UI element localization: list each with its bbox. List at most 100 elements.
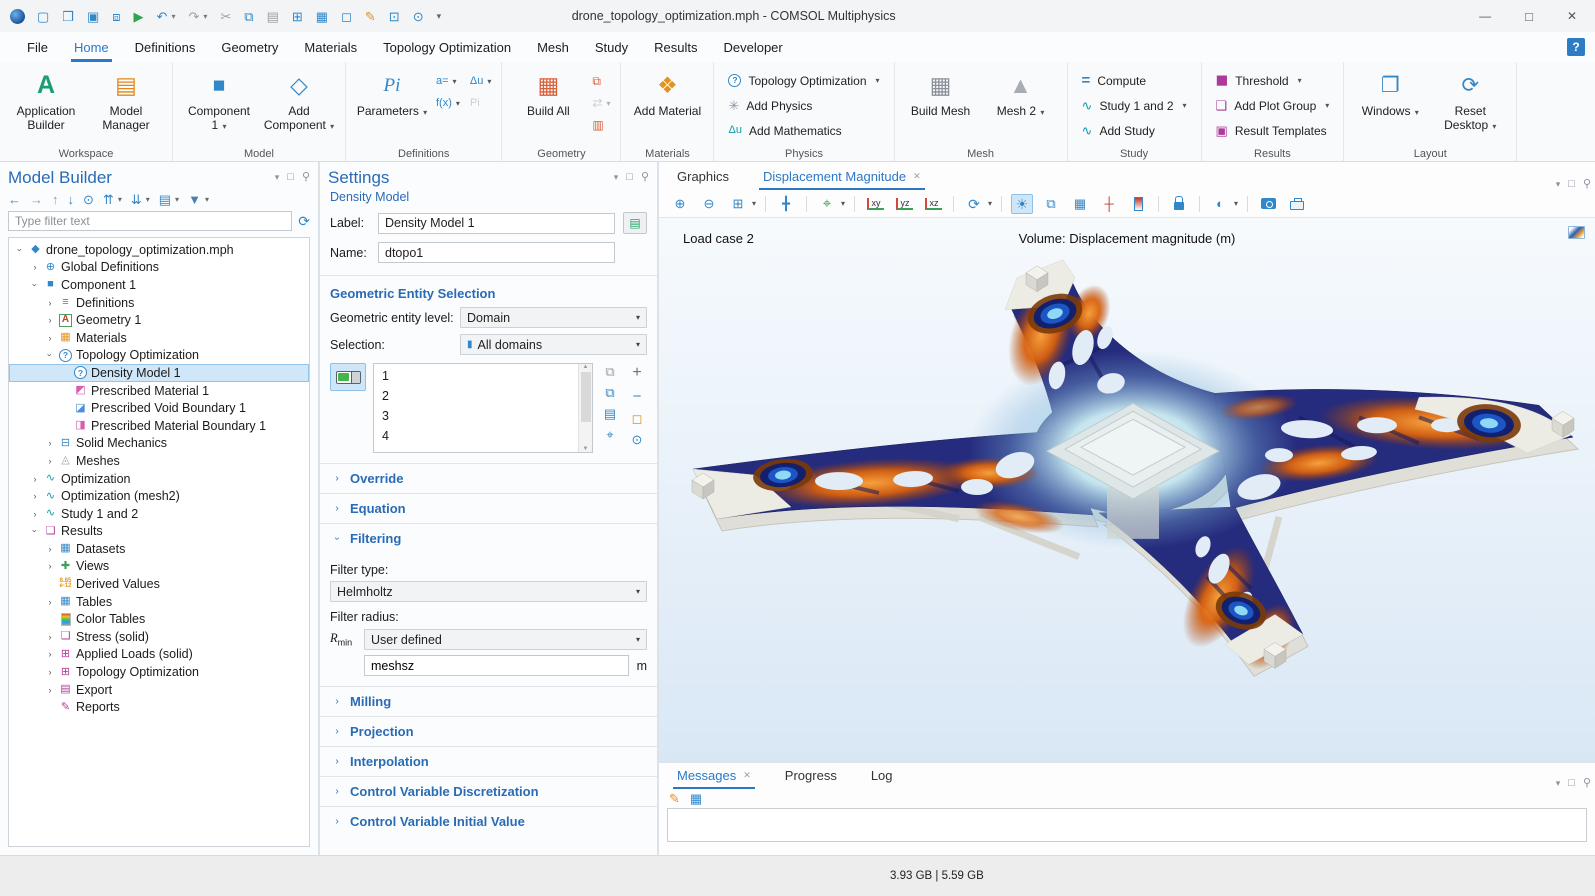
material-color-icon[interactable]: ✎ [365,10,376,23]
tree-item-meshes[interactable]: ›◬Meshes [9,452,309,470]
preview-icon[interactable]: ⊡ [389,10,400,23]
tree-chevron-icon[interactable]: › [43,456,57,466]
tree-chevron-icon[interactable]: › [43,544,57,554]
ribbon-button-build-mesh[interactable]: ▦Build Mesh [905,66,977,118]
ribbon-button-compute[interactable]: =Compute [1078,69,1191,92]
label-field-input[interactable] [378,213,615,234]
tree-item-derived-values[interactable]: 8.85e-12Derived Values [9,575,309,593]
tree-chevron-icon[interactable]: › [28,474,42,484]
move-up-icon[interactable]: ↑ [52,193,59,206]
menu-tab-developer[interactable]: Developer [720,34,785,62]
zoom-to-selection-icon[interactable]: ⌖ [606,428,613,441]
graphics-tab-graphics[interactable]: Graphics [673,164,733,190]
move-down-icon[interactable]: ↓ [68,193,75,206]
plot-thumb-icon[interactable] [1568,226,1585,239]
tree-item-study-1-and-2[interactable]: ›∿Study 1 and 2 [9,505,309,523]
menu-tab-topology-optimization[interactable]: Topology Optimization [380,34,514,62]
collapse-icon[interactable]: ⇊ [131,193,142,206]
tree-chevron-icon[interactable]: › [43,632,57,642]
redo-icon[interactable]: ↷ [188,10,199,23]
tree-item-color-tables[interactable]: Color Tables [9,610,309,628]
go-back-icon[interactable]: ← [8,193,21,206]
ribbon-button-add-material[interactable]: ❖Add Material [631,66,703,118]
create-node-button[interactable]: ▤ [623,212,647,234]
show-legend-icon[interactable] [1127,194,1149,214]
menu-tab-materials[interactable]: Materials [301,34,360,62]
tree-item-definitions[interactable]: ›≡Definitions [9,294,309,312]
tree-chevron-icon[interactable]: › [43,685,57,695]
tree-chevron-icon[interactable]: › [30,278,40,292]
selection-list-item[interactable]: 2 [374,386,578,406]
new-file-icon[interactable]: ▢ [37,10,49,23]
tree-item-prescribed-void-boundary-1[interactable]: ◪Prescribed Void Boundary 1 [9,399,309,417]
tree-item-applied-loads-solid[interactable]: ›⊞Applied Loads (solid) [9,646,309,664]
ribbon-button-add-physics[interactable]: ✳Add Physics [724,94,883,117]
help-button[interactable]: ? [1567,38,1585,56]
tree-item-drone-topology-optimization-mph[interactable]: ›◆drone_topology_optimization.mph [9,241,309,259]
view-yz-icon[interactable]: yz [893,194,915,214]
show-axis-icon[interactable]: ┼ [1098,194,1120,214]
scroll-track[interactable] [581,424,591,446]
ribbon-button-result-templates[interactable]: ▣Result Templates [1212,119,1334,142]
menu-tab-mesh[interactable]: Mesh [534,34,572,62]
rotate-icon[interactable]: ⟳ [963,194,985,214]
tree-item-datasets[interactable]: ›▦Datasets [9,540,309,558]
tree-item-prescribed-material-1[interactable]: ◩Prescribed Material 1 [9,382,309,400]
tree-chevron-icon[interactable]: › [28,491,42,501]
delete-icon[interactable]: ▦ [316,10,328,23]
ribbon-button-insert-sequence-icon[interactable]: ⧉ [592,72,610,90]
tree-item-component-1[interactable]: ›■Component 1 [9,276,309,294]
scroll-thumb[interactable] [581,372,591,422]
tree-item-materials[interactable]: ›▦Materials [9,329,309,347]
panel-collapse-icon[interactable]: ▾ [1556,179,1561,190]
messages-tab-progress[interactable]: Progress [781,763,841,789]
menu-tab-home[interactable]: Home [71,34,112,62]
tree-item-optimization-mesh2[interactable]: ›∿Optimization (mesh2) [9,487,309,505]
selection-list-item[interactable]: 1 [374,366,578,386]
scroll-up-icon[interactable]: ▲ [583,364,589,370]
create-selection-icon[interactable]: ⧉ [605,365,614,378]
scroll-down-icon[interactable]: ▼ [583,446,589,452]
select-icon[interactable]: ◻ [341,10,352,23]
search-icon[interactable]: ⊙ [413,10,424,23]
tree-chevron-icon[interactable]: › [43,597,57,607]
tree-item-topology-optimization[interactable]: ›?Topology Optimization [9,347,309,365]
tree-chevron-icon[interactable]: › [43,333,57,343]
section-filtering[interactable]: ›Filtering [320,523,657,553]
remove-from-selection-icon[interactable]: − [633,389,642,404]
section-projection[interactable]: ›Projection [320,716,657,746]
graphics-tab-displacement-magnitude[interactable]: Displacement Magnitude✕ [759,164,925,190]
tree-item-global-definitions[interactable]: ›⊕Global Definitions [9,259,309,277]
snapshot-icon[interactable] [1257,194,1279,214]
section-control-variable-discretization[interactable]: ›Control Variable Discretization [320,776,657,806]
ribbon-button-sync-icon[interactable]: ⇄▾ [592,94,610,112]
open-icon[interactable]: ❒ [62,10,74,23]
ribbon-button-add-plot-group[interactable]: ❏Add Plot Group▾ [1212,94,1334,117]
tree-item-geometry-1[interactable]: ›AGeometry 1 [9,311,309,329]
name-field-input[interactable] [378,242,615,263]
paste-icon[interactable]: ▤ [267,10,279,23]
view-lock-icon[interactable] [1168,194,1190,214]
panel-collapse-icon[interactable]: ▾ [614,172,619,183]
show-selection-icon[interactable]: ⊙ [632,433,643,446]
clear-messages-icon[interactable]: ✎ [669,792,680,805]
close-icon[interactable]: ✕ [1567,10,1577,23]
tree-chevron-icon[interactable]: › [43,315,57,325]
section-milling[interactable]: ›Milling [320,686,657,716]
ribbon-button-add-component[interactable]: ◇Add Component ▾ [263,66,335,132]
ribbon-button-mesh-2[interactable]: ▲Mesh 2 ▾ [985,66,1057,118]
maximize-icon[interactable]: □ [1525,10,1533,23]
tree-chevron-icon[interactable]: › [43,438,57,448]
zoom-in-icon[interactable]: ⊕ [669,194,691,214]
view-xz-icon[interactable]: xz [922,194,944,214]
panel-pin-icon[interactable]: ⚲ [641,172,649,183]
section-equation[interactable]: ›Equation [320,493,657,523]
rmin-dropdown[interactable]: User defined ▾ [364,629,647,650]
tab-close-icon[interactable]: ✕ [743,771,751,780]
menu-tab-results[interactable]: Results [651,34,700,62]
ribbon-button-variables-icon[interactable]: a=▾ [436,72,460,90]
selection-list-item[interactable]: 3 [374,406,578,426]
tree-item-density-model-1[interactable]: ?Density Model 1 [9,364,309,382]
tree-chevron-icon[interactable]: › [43,298,57,308]
transparency-icon[interactable]: ⧉ [1040,194,1062,214]
